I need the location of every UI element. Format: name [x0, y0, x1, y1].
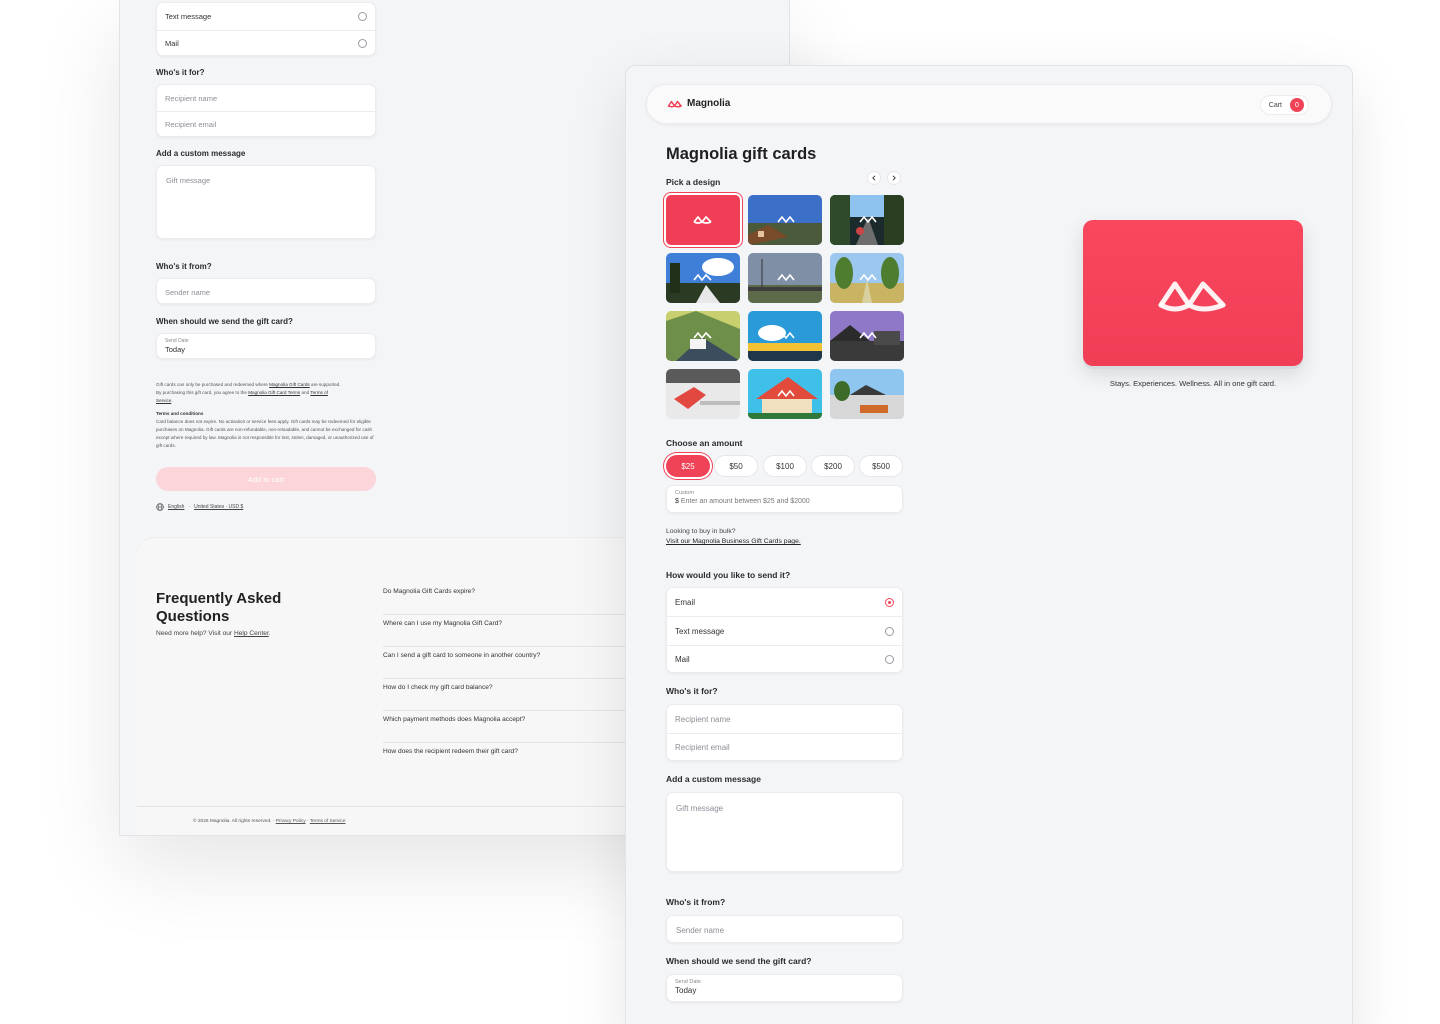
whos-from-label: Who's it from? [666, 897, 726, 907]
amount-50-button[interactable]: $50 [714, 455, 758, 477]
amount-25-button[interactable]: $25 [666, 455, 710, 477]
back-send-options: Text message Mail [156, 2, 376, 56]
recipient-group: Recipient name Recipient email [666, 704, 903, 761]
custom-message-label: Add a custom message [666, 774, 761, 784]
faq-title: Frequently Asked Questions [156, 590, 282, 625]
back-option-text[interactable]: Text message [157, 3, 375, 30]
choose-amount-label: Choose an amount [666, 438, 743, 448]
faq-question[interactable]: Where can I use my Magnolia Gift Card? [383, 615, 643, 647]
language-link[interactable]: English [168, 504, 184, 510]
magnolia-logo-icon [1158, 281, 1226, 312]
add-to-cart-button[interactable]: Add to cart [156, 467, 376, 491]
amount-200-button[interactable]: $200 [811, 455, 855, 477]
front-window: Magnolia Cart 0 Magnolia gift cards Pick… [625, 65, 1353, 1024]
privacy-policy-link[interactable]: Privacy Policy [276, 819, 306, 824]
stage: Text message Mail Who's it for? Recipien… [0, 0, 1440, 1024]
terms-body: Card balance does not expire. No activat… [156, 419, 374, 448]
when-label: When should we send the gift card? [666, 956, 812, 966]
design-tile[interactable] [666, 253, 740, 303]
design-next-button[interactable] [887, 171, 901, 185]
design-tile[interactable] [748, 311, 822, 361]
terms-title: Terms and conditions [156, 411, 204, 417]
top-nav: Magnolia Cart 0 [646, 84, 1332, 124]
footer-divider [137, 806, 697, 807]
faq-section: Frequently Asked Questions Need more hel… [137, 537, 697, 835]
bulk-note: Looking to buy in bulk? Visit our Magnol… [666, 528, 801, 547]
faq-help: Need more help? Visit our Help Center. [156, 630, 271, 637]
send-how-label: How would you like to send it? [666, 570, 791, 580]
design-tile-selected[interactable] [666, 195, 740, 245]
terms-link[interactable]: Terms of Service [310, 819, 346, 824]
radio-icon[interactable] [358, 39, 367, 48]
design-tile[interactable] [666, 311, 740, 361]
page-title: Magnolia gift cards [666, 145, 817, 163]
back-gift-message-input[interactable]: Gift message [156, 165, 376, 239]
chevron-left-icon [872, 175, 876, 181]
design-tile[interactable] [830, 195, 904, 245]
whos-for-label: Who's it for? [666, 686, 718, 696]
design-prev-button[interactable] [867, 171, 881, 185]
gift-message-input[interactable]: Gift message [666, 792, 903, 872]
back-recipient-email-input[interactable]: Recipient email [157, 111, 375, 137]
faq-question[interactable]: Do Magnolia Gift Cards expire? [383, 583, 643, 615]
gift-cards-link[interactable]: Magnolia Gift Cards [269, 382, 310, 387]
back-recipient-group: Recipient name Recipient email [156, 84, 376, 137]
design-tile[interactable] [830, 369, 904, 419]
back-recipient-name-input[interactable]: Recipient name [157, 85, 375, 111]
tagline: Stays. Experiences. Wellness. All in one… [1109, 379, 1277, 388]
terms-of-service-link[interactable]: Terms of [310, 390, 328, 395]
region-link[interactable]: United States · USD $ [194, 504, 243, 510]
send-date-input[interactable]: Send Date Today [666, 974, 903, 1002]
design-tile[interactable] [830, 311, 904, 361]
back-custom-message-label: Add a custom message [156, 149, 246, 158]
back-option-mail[interactable]: Mail [157, 30, 375, 56]
gift-card-preview [1083, 220, 1303, 366]
back-when-label: When should we send the gift card? [156, 317, 293, 326]
cart-count-badge: 0 [1290, 98, 1304, 112]
send-options: Email Text message Mail [666, 587, 903, 673]
faq-question[interactable]: Can I send a gift card to someone in ano… [383, 647, 643, 679]
cart-button[interactable]: Cart 0 [1259, 95, 1309, 115]
globe-icon [156, 503, 164, 511]
sender-name-input[interactable]: Sender name [666, 915, 903, 943]
recipient-name-input[interactable]: Recipient name [667, 705, 902, 733]
send-option-mail[interactable]: Mail [667, 645, 902, 672]
design-tile[interactable] [830, 253, 904, 303]
amount-100-button[interactable]: $100 [763, 455, 807, 477]
radio-icon[interactable] [885, 654, 894, 664]
faq-question[interactable]: How does the recipient redeem their gift… [383, 743, 643, 775]
back-whos-for-label: Who's it for? [156, 68, 205, 77]
help-center-link[interactable]: Help Center [234, 630, 269, 637]
service-link[interactable]: Service [156, 398, 171, 403]
back-send-date-input[interactable]: Send Date Today [156, 333, 376, 359]
faq-question[interactable]: How do I check my gift card balance? [383, 679, 643, 711]
pick-design-label: Pick a design [666, 177, 721, 187]
faq-question[interactable]: Which payment methods does Magnolia acce… [383, 711, 643, 743]
footer: © 2026 Magnolia. All rights reserved. · … [193, 819, 346, 824]
chevron-right-icon [892, 175, 896, 181]
back-sender-name-input[interactable]: Sender name [156, 278, 376, 304]
design-tile[interactable] [666, 369, 740, 419]
design-tile[interactable] [748, 195, 822, 245]
recipient-email-input[interactable]: Recipient email [667, 733, 902, 761]
business-gift-cards-link[interactable]: Visit our Magnolia Business Gift Cards p… [666, 537, 801, 547]
back-whos-from-label: Who's it from? [156, 262, 212, 271]
locale-row: English · United States · USD $ [156, 503, 243, 511]
radio-icon[interactable] [885, 626, 894, 636]
send-option-text[interactable]: Text message [667, 616, 902, 645]
brand[interactable]: Magnolia [667, 98, 730, 109]
design-tile[interactable] [748, 369, 822, 419]
design-tile[interactable] [748, 253, 822, 303]
gift-card-terms-link[interactable]: Magnolia Gift Card Terms [248, 390, 300, 395]
custom-amount-input[interactable]: Custom $ Enter an amount between $25 and… [666, 485, 903, 513]
send-option-email[interactable]: Email [667, 588, 902, 616]
back-fine-print: Gift cards can only be purchased and red… [156, 381, 380, 449]
magnolia-logo-icon [667, 100, 682, 108]
amount-500-button[interactable]: $500 [859, 455, 903, 477]
radio-icon[interactable] [358, 12, 367, 21]
radio-icon[interactable] [885, 597, 894, 607]
